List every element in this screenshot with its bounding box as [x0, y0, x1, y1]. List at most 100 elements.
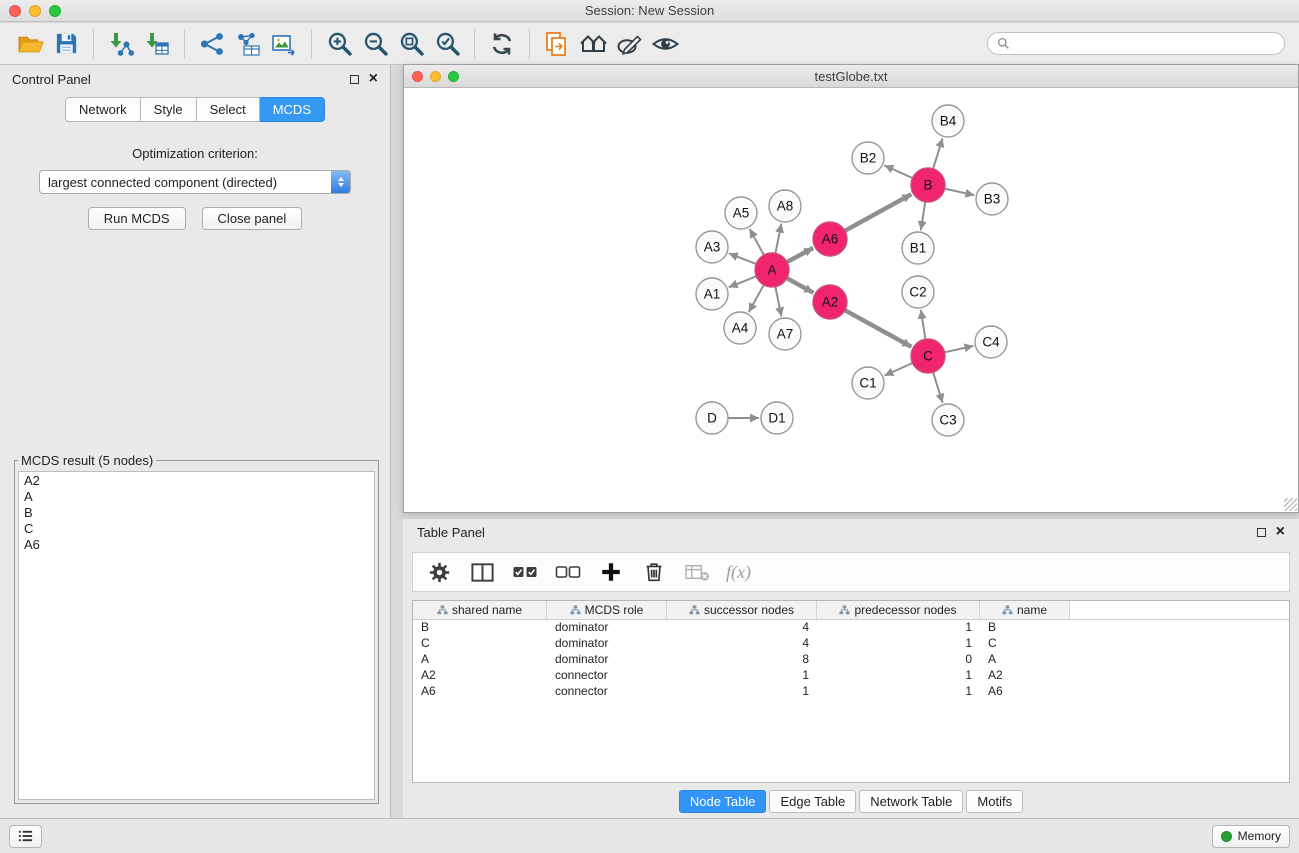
- show-hide-button[interactable]: [647, 26, 683, 62]
- node-C3[interactable]: C3: [932, 404, 964, 436]
- edge-C-C3[interactable]: [933, 372, 943, 403]
- node-A[interactable]: A: [755, 253, 789, 287]
- panel-menu-button[interactable]: [9, 825, 42, 848]
- zoom-network-window-button[interactable]: [448, 71, 459, 82]
- column-header-name[interactable]: name: [980, 601, 1070, 619]
- mcds-result-list[interactable]: A2ABCA6: [18, 471, 375, 800]
- apply-layout-button[interactable]: [484, 26, 520, 62]
- edge-B-B3[interactable]: [945, 189, 975, 196]
- table-row[interactable]: Adominator80A: [413, 652, 1289, 668]
- new-network-button[interactable]: [194, 26, 230, 62]
- zoom-selected-button[interactable]: [429, 26, 465, 62]
- table-row[interactable]: Cdominator41C: [413, 636, 1289, 652]
- tab-network-table[interactable]: Network Table: [859, 790, 963, 813]
- table-row[interactable]: Bdominator41B: [413, 620, 1289, 636]
- node-C1[interactable]: C1: [852, 367, 884, 399]
- select-all-button[interactable]: [507, 555, 543, 589]
- edge-A-A2[interactable]: [787, 278, 814, 293]
- node-A1[interactable]: A1: [696, 278, 728, 310]
- column-header-predecessor-nodes[interactable]: predecessor nodes: [817, 601, 980, 619]
- close-control-panel-button[interactable]: ×: [369, 73, 378, 85]
- edge-C-C1[interactable]: [884, 363, 912, 376]
- run-mcds-button[interactable]: Run MCDS: [88, 207, 186, 230]
- tab-network[interactable]: Network: [65, 97, 141, 122]
- close-panel-button[interactable]: Close panel: [202, 207, 303, 230]
- search-box[interactable]: [987, 32, 1285, 55]
- node-A5[interactable]: A5: [725, 197, 757, 229]
- clear-table-button[interactable]: [679, 555, 715, 589]
- delete-row-button[interactable]: [636, 555, 672, 589]
- column-header-shared-name[interactable]: shared name: [413, 601, 547, 619]
- node-A7[interactable]: A7: [769, 318, 801, 350]
- new-table-button[interactable]: [230, 26, 266, 62]
- function-builder-button[interactable]: f(x): [726, 562, 751, 583]
- mcds-result-item[interactable]: A6: [19, 537, 374, 553]
- node-B1[interactable]: B1: [902, 232, 934, 264]
- edge-A6-B[interactable]: [845, 194, 912, 231]
- tab-mcds[interactable]: MCDS: [260, 97, 325, 122]
- open-session-button[interactable]: [12, 26, 48, 62]
- table-row[interactable]: A6connector11A6: [413, 684, 1289, 700]
- node-B[interactable]: B: [911, 168, 945, 202]
- table-row[interactable]: A2connector11A2: [413, 668, 1289, 684]
- export-image-button[interactable]: [266, 26, 302, 62]
- node-A8[interactable]: A8: [769, 190, 801, 222]
- float-table-panel-button[interactable]: [1257, 528, 1266, 537]
- table-settings-button[interactable]: [421, 555, 457, 589]
- deselect-all-button[interactable]: [550, 555, 586, 589]
- mcds-result-item[interactable]: A2: [19, 473, 374, 489]
- edge-B-B1[interactable]: [921, 202, 926, 230]
- close-network-window-button[interactable]: [412, 71, 423, 82]
- node-B4[interactable]: B4: [932, 105, 964, 137]
- apply-style-button[interactable]: [611, 26, 647, 62]
- close-table-panel-button[interactable]: ×: [1276, 526, 1285, 538]
- edge-B-B2[interactable]: [884, 165, 912, 178]
- import-network-button[interactable]: [103, 26, 139, 62]
- column-header-MCDS-role[interactable]: MCDS role: [547, 601, 667, 619]
- node-A3[interactable]: A3: [696, 231, 728, 263]
- search-input[interactable]: [1015, 35, 1275, 52]
- node-A2[interactable]: A2: [813, 285, 847, 319]
- node-D[interactable]: D: [696, 402, 728, 434]
- edge-A-A7[interactable]: [775, 287, 781, 317]
- edge-A-A6[interactable]: [787, 248, 813, 262]
- edge-A-A8[interactable]: [775, 224, 781, 254]
- node-A4[interactable]: A4: [724, 312, 756, 344]
- add-row-button[interactable]: [593, 555, 629, 589]
- memory-button[interactable]: Memory: [1212, 825, 1290, 848]
- close-window-button[interactable]: [9, 5, 21, 17]
- edge-A-A4[interactable]: [749, 285, 764, 312]
- edge-A-A1[interactable]: [729, 276, 757, 287]
- minimize-window-button[interactable]: [29, 5, 41, 17]
- optimization-dropdown[interactable]: largest connected component (directed): [39, 170, 351, 194]
- node-C4[interactable]: C4: [975, 326, 1007, 358]
- edge-C-C2[interactable]: [921, 310, 926, 339]
- mcds-result-item[interactable]: B: [19, 505, 374, 521]
- tab-select[interactable]: Select: [197, 97, 260, 122]
- first-neighbors-button[interactable]: [575, 26, 611, 62]
- mcds-result-item[interactable]: A: [19, 489, 374, 505]
- resize-grip[interactable]: [1284, 498, 1297, 511]
- float-control-panel-button[interactable]: [350, 75, 359, 84]
- network-canvas[interactable]: B4B2BB3A5A8A6A3B1AC2A1A2A4A7C4CC1C3DD1: [404, 88, 1298, 512]
- node-B2[interactable]: B2: [852, 142, 884, 174]
- edge-A-A3[interactable]: [729, 253, 756, 264]
- edge-C-C4[interactable]: [945, 346, 974, 352]
- tab-node-table[interactable]: Node Table: [679, 790, 767, 813]
- node-C2[interactable]: C2: [902, 276, 934, 308]
- zoom-fit-button[interactable]: [393, 26, 429, 62]
- tab-edge-table[interactable]: Edge Table: [769, 790, 856, 813]
- mcds-result-item[interactable]: C: [19, 521, 374, 537]
- import-table-button[interactable]: [139, 26, 175, 62]
- edge-B-B4[interactable]: [933, 138, 943, 169]
- node-D1[interactable]: D1: [761, 402, 793, 434]
- minimize-network-window-button[interactable]: [430, 71, 441, 82]
- zoom-out-button[interactable]: [357, 26, 393, 62]
- node-C[interactable]: C: [911, 339, 945, 373]
- save-session-button[interactable]: [48, 26, 84, 62]
- tab-motifs[interactable]: Motifs: [966, 790, 1023, 813]
- zoom-window-button[interactable]: [49, 5, 61, 17]
- node-A6[interactable]: A6: [813, 222, 847, 256]
- tab-style[interactable]: Style: [141, 97, 197, 122]
- zoom-in-button[interactable]: [321, 26, 357, 62]
